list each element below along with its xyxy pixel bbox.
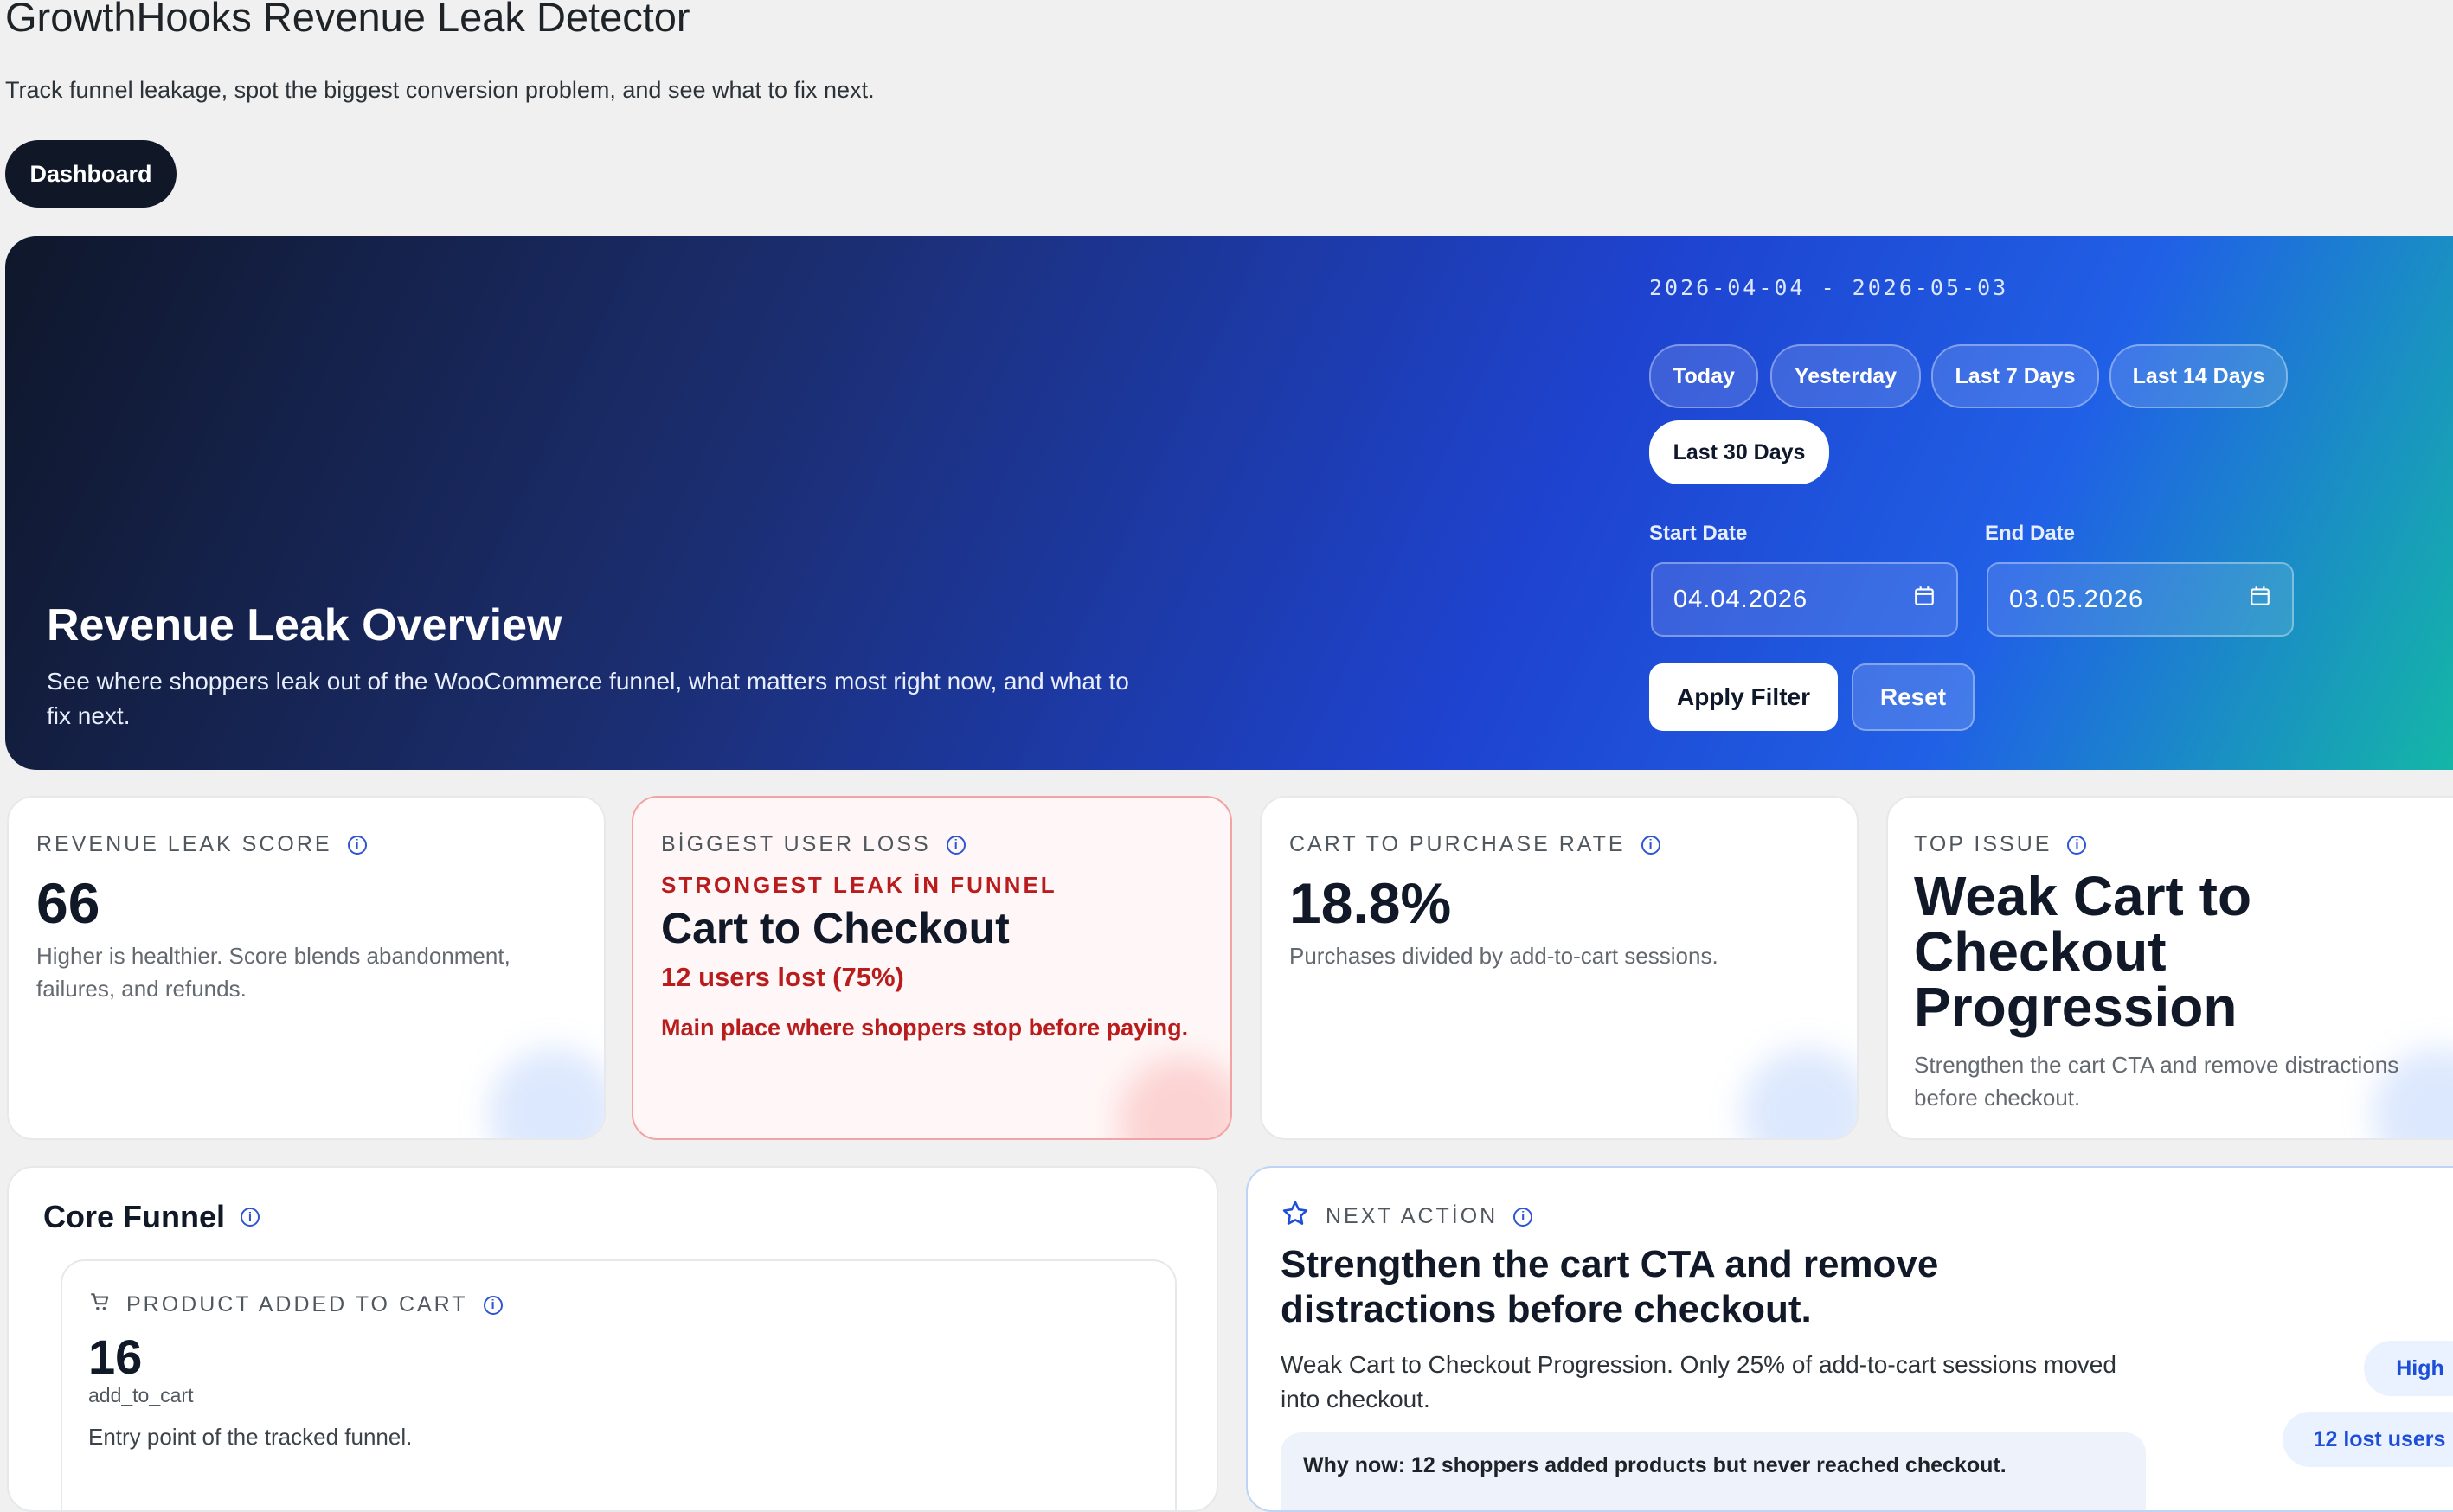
top-issue-card: TOP ISSUE i Weak Cart to Checkout Progre… (1886, 796, 2453, 1140)
end-date-input[interactable]: 03.05.2026 (1987, 562, 2294, 637)
info-icon[interactable]: i (483, 1295, 503, 1315)
funnel-heading: Core Funnel i (43, 1199, 260, 1235)
why-now-text: Why now: 12 shoppers added products but … (1303, 1453, 2007, 1477)
date-range-display: 2026-04-04 - 2026-05-03 (1649, 275, 2009, 300)
next-action-panel: NEXT ACTİON i Strengthen the cart CTA an… (1246, 1166, 2453, 1512)
preset-last-30-days[interactable]: Last 30 Days (1649, 420, 1829, 484)
biggest-user-loss-card: BİGGEST USER LOSS i STRONGEST LEAK İN FU… (632, 796, 1232, 1140)
next-action-description: Weak Cart to Checkout Progression. Only … (1281, 1351, 2116, 1413)
info-icon[interactable]: i (1513, 1207, 1533, 1227)
kpi-note: Purchases divided by add-to-cart session… (1289, 943, 1718, 969)
kpi-label-text: REVENUE LEAK SCORE (36, 832, 332, 856)
hero-description: See where shoppers leak out of the WooCo… (47, 668, 1129, 729)
end-date-value: 03.05.2026 (2009, 585, 2144, 613)
funnel-step-value: 16 (88, 1329, 143, 1384)
start-date-label: Start Date (1649, 522, 1748, 545)
next-action-title: Strengthen the cart CTA and remove distr… (1281, 1243, 1939, 1330)
page-subtitle: Track funnel leakage, spot the biggest c… (5, 77, 875, 103)
next-action-label-text: NEXT ACTİON (1326, 1204, 1499, 1228)
hero-title: Revenue Leak Overview (47, 600, 562, 650)
lost-users-badge: 12 lost users (2283, 1412, 2453, 1467)
preset-yesterday[interactable]: Yesterday (1770, 344, 1921, 408)
start-date-input[interactable]: 04.04.2026 (1651, 562, 1958, 637)
info-icon[interactable]: i (2067, 835, 2087, 855)
kpi-note: Higher is healthier. Score blends abando… (36, 943, 511, 1002)
funnel-step-label-text: PRODUCT ADDED TO CART (126, 1292, 468, 1317)
leak-note: Main place where shoppers stop before pa… (661, 1015, 1189, 1041)
calendar-icon[interactable] (2249, 585, 2271, 614)
star-icon (1281, 1199, 1310, 1234)
end-date-label: End Date (1985, 522, 2076, 545)
core-funnel-panel: Core Funnel i PRODUCT ADDED TO CART i 16… (7, 1166, 1218, 1512)
next-action-label: NEXT ACTİON i (1281, 1199, 1533, 1234)
overview-hero: Revenue Leak Overview See where shoppers… (5, 236, 2453, 770)
kpi-label-text: BİGGEST USER LOSS (661, 832, 931, 856)
apply-filter-button[interactable]: Apply Filter (1649, 663, 1838, 731)
preset-today[interactable]: Today (1649, 344, 1758, 408)
funnel-title: Core Funnel (43, 1199, 226, 1234)
kpi-label: REVENUE LEAK SCORE i (36, 832, 367, 857)
reset-button[interactable]: Reset (1852, 663, 1975, 731)
preset-last-14-days[interactable]: Last 14 Days (2109, 344, 2288, 408)
funnel-step-event: add_to_cart (88, 1384, 194, 1406)
info-icon[interactable]: i (241, 1208, 260, 1227)
funnel-step-label: PRODUCT ADDED TO CART i (88, 1291, 503, 1319)
kpi-label-text: TOP ISSUE (1914, 832, 2052, 856)
funnel-step-card: PRODUCT ADDED TO CART i 16 add_to_cart E… (61, 1259, 1177, 1510)
kpi-label-text: CART TO PURCHASE RATE (1289, 832, 1626, 856)
page-title: GrowthHooks Revenue Leak Detector (5, 0, 690, 40)
kpi-value: 66 (36, 871, 100, 935)
kpi-label: BİGGEST USER LOSS i (661, 832, 966, 857)
info-icon[interactable]: i (1641, 835, 1660, 855)
revenue-leak-score-card: REVENUE LEAK SCORE i 66 Higher is health… (7, 796, 606, 1140)
kpi-label: TOP ISSUE i (1914, 832, 2087, 857)
info-icon[interactable]: i (347, 835, 367, 855)
calendar-icon[interactable] (1913, 585, 1936, 614)
preset-last-7-days[interactable]: Last 7 Days (1931, 344, 2099, 408)
dashboard-button[interactable]: Dashboard (5, 140, 177, 208)
leak-stage: Cart to Checkout (661, 904, 1010, 952)
why-now-box: Why now: 12 shoppers added products but … (1281, 1432, 2146, 1510)
leak-tag: STRONGEST LEAK İN FUNNEL (661, 872, 1057, 898)
top-issue-title: Weak Cart to Checkout Progression (1914, 865, 2252, 1038)
cart-to-purchase-card: CART TO PURCHASE RATE i 18.8% Purchases … (1260, 796, 1859, 1140)
kpi-value: 18.8% (1289, 871, 1452, 935)
priority-badge: High (2364, 1341, 2453, 1396)
info-icon[interactable]: i (946, 835, 966, 855)
kpi-label: CART TO PURCHASE RATE i (1289, 832, 1660, 857)
cart-icon (88, 1291, 111, 1319)
funnel-step-note: Entry point of the tracked funnel. (88, 1424, 413, 1450)
users-lost: 12 users lost (75%) (661, 962, 904, 992)
start-date-value: 04.04.2026 (1673, 585, 1808, 613)
kpi-note: Strengthen the cart CTA and remove distr… (1914, 1052, 2399, 1111)
